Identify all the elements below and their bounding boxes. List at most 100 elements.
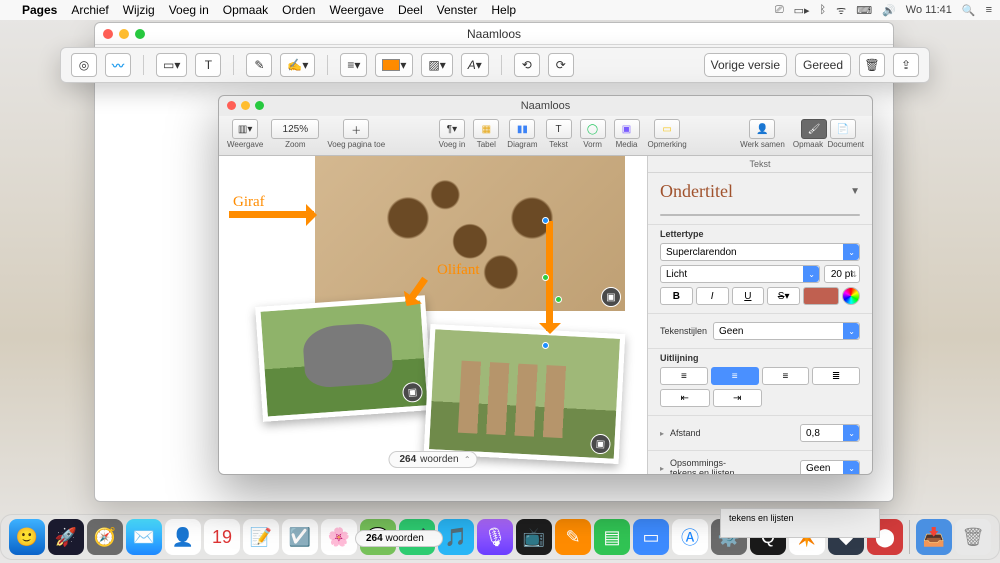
- media-button[interactable]: ▣: [614, 119, 640, 139]
- document-canvas[interactable]: ▣ ▣ ▣ Giraf Olifant 264 woorden: [219, 156, 647, 474]
- selection-handle[interactable]: [542, 342, 549, 349]
- zoom-icon[interactable]: [255, 101, 264, 110]
- arrow-shape[interactable]: [229, 211, 314, 218]
- color-wheel-icon[interactable]: [842, 287, 860, 305]
- keyboard-icon[interactable]: ⌨: [856, 4, 872, 17]
- markup-icon[interactable]: 〰: [105, 53, 131, 77]
- volume-icon[interactable]: 🔊: [882, 4, 896, 17]
- image-meerkats[interactable]: ▣: [424, 324, 626, 464]
- clock[interactable]: Wo 11:41: [906, 4, 952, 16]
- text-label-olifant[interactable]: Olifant: [437, 262, 480, 279]
- dock-contacts[interactable]: 👤: [165, 519, 201, 555]
- insert-button[interactable]: ¶▾: [439, 119, 465, 139]
- dock-mail[interactable]: ✉️: [126, 519, 162, 555]
- font-size-field[interactable]: 20 pt: [824, 265, 860, 283]
- document-button[interactable]: 📄: [830, 119, 856, 139]
- tab-stijl[interactable]: Stijl: [661, 215, 726, 216]
- shape-picker[interactable]: ▭▾: [156, 53, 187, 77]
- rotate-left-icon[interactable]: ⟲: [514, 53, 540, 77]
- dock-notes[interactable]: 📝: [243, 519, 279, 555]
- menu-help[interactable]: Help: [491, 3, 516, 17]
- image-giraffe[interactable]: ▣: [315, 156, 625, 311]
- text-tool[interactable]: T: [195, 53, 221, 77]
- fill-color[interactable]: ▨▾: [421, 53, 452, 77]
- trash-icon[interactable]: 🗑: [859, 53, 885, 77]
- menu-weergave[interactable]: Weergave: [329, 3, 383, 17]
- comment-button[interactable]: ▭: [654, 119, 680, 139]
- align-left-button[interactable]: ≡: [660, 367, 708, 385]
- share-icon[interactable]: ⇪: [893, 53, 919, 77]
- add-page-button[interactable]: ＋: [343, 119, 369, 139]
- bold-button[interactable]: B: [660, 287, 693, 305]
- dock-pages[interactable]: ✎: [555, 519, 591, 555]
- menu-wijzig[interactable]: Wijzig: [123, 3, 155, 17]
- align-center-button[interactable]: ≡: [711, 367, 759, 385]
- dock-launchpad[interactable]: 🚀: [48, 519, 84, 555]
- spotlight-icon[interactable]: 🔍: [962, 4, 976, 17]
- font-style[interactable]: A▾: [461, 53, 489, 77]
- outdent-button[interactable]: ⇤: [660, 389, 710, 407]
- view-button[interactable]: ▥▾: [232, 119, 258, 139]
- notification-center-icon[interactable]: ≡: [986, 4, 992, 16]
- traffic-lights[interactable]: [103, 29, 145, 39]
- dock-keynote[interactable]: ▭: [633, 519, 669, 555]
- table-button[interactable]: ▦: [473, 119, 499, 139]
- signature-tool[interactable]: ✍▾: [280, 53, 315, 77]
- previous-version-button[interactable]: Vorige versie: [704, 53, 787, 77]
- dock-appstore[interactable]: Ⓐ: [672, 519, 708, 555]
- display-icon[interactable]: ▭▸: [794, 4, 810, 17]
- char-style-select[interactable]: Geen⌄: [713, 322, 860, 340]
- done-button[interactable]: Gereed: [795, 53, 851, 77]
- font-family-select[interactable]: Superclarendon⌄: [660, 243, 860, 261]
- border-color[interactable]: ▾: [375, 53, 413, 77]
- chart-button[interactable]: ▮▮: [509, 119, 535, 139]
- minimize-icon[interactable]: [119, 29, 129, 39]
- align-justify-button[interactable]: ≣: [812, 367, 860, 385]
- paragraph-style-picker[interactable]: Ondertitel ▼: [648, 173, 872, 210]
- minimize-icon[interactable]: [241, 101, 250, 110]
- dock-numbers[interactable]: ▤: [594, 519, 630, 555]
- bluetooth-icon[interactable]: ᛒ: [820, 4, 827, 16]
- tab-layout[interactable]: Lay-out: [726, 215, 792, 216]
- rotate-right-icon[interactable]: ⟳: [548, 53, 574, 77]
- zoom-select[interactable]: 125%: [271, 119, 319, 139]
- word-count[interactable]: 264 woorden: [388, 451, 477, 468]
- dock-music[interactable]: 🎵: [438, 519, 474, 555]
- dock-tv[interactable]: 📺: [516, 519, 552, 555]
- menu-orden[interactable]: Orden: [282, 3, 315, 17]
- disclosure-icon[interactable]: ▸: [660, 464, 664, 473]
- selection-handle[interactable]: [542, 274, 549, 281]
- menu-deel[interactable]: Deel: [398, 3, 423, 17]
- image-options-icon[interactable]: ▣: [590, 434, 611, 455]
- selection-handle[interactable]: [555, 296, 562, 303]
- wifi-icon[interactable]: ᯤ: [836, 3, 846, 18]
- zoom-icon[interactable]: [135, 29, 145, 39]
- font-weight-select[interactable]: Licht⌄: [660, 265, 820, 283]
- align-right-button[interactable]: ≡: [762, 367, 810, 385]
- inspector-tabs[interactable]: Stijl Lay-out Meer: [660, 214, 860, 216]
- menu-opmaak[interactable]: Opmaak: [223, 3, 268, 17]
- dock-downloads[interactable]: 📥: [916, 519, 952, 555]
- traffic-lights[interactable]: [227, 101, 264, 110]
- dock-reminders[interactable]: ☑️: [282, 519, 318, 555]
- image-options-icon[interactable]: ▣: [601, 287, 621, 307]
- highlight-tool[interactable]: ✎: [246, 53, 272, 77]
- dock-finder[interactable]: 🙂: [9, 519, 45, 555]
- menu-venster[interactable]: Venster: [437, 3, 478, 17]
- shape-button[interactable]: ◯: [580, 119, 606, 139]
- italic-button[interactable]: I: [696, 287, 729, 305]
- close-icon[interactable]: [103, 29, 113, 39]
- close-icon[interactable]: [227, 101, 236, 110]
- selection-handle[interactable]: [542, 217, 549, 224]
- dock-podcasts[interactable]: 🎙: [477, 519, 513, 555]
- strike-button[interactable]: S▾: [767, 287, 800, 305]
- collaborate-button[interactable]: 👤: [749, 119, 775, 139]
- tab-meer[interactable]: Meer: [793, 215, 859, 216]
- indent-button[interactable]: ⇥: [713, 389, 763, 407]
- settings-icon[interactable]: ◎: [71, 53, 97, 77]
- underline-button[interactable]: U: [732, 287, 765, 305]
- menu-voeg-in[interactable]: Voeg in: [169, 3, 209, 17]
- bullets-select[interactable]: Geen⌄: [800, 460, 860, 474]
- app-name[interactable]: Pages: [22, 3, 57, 17]
- menu-archief[interactable]: Archief: [71, 3, 108, 17]
